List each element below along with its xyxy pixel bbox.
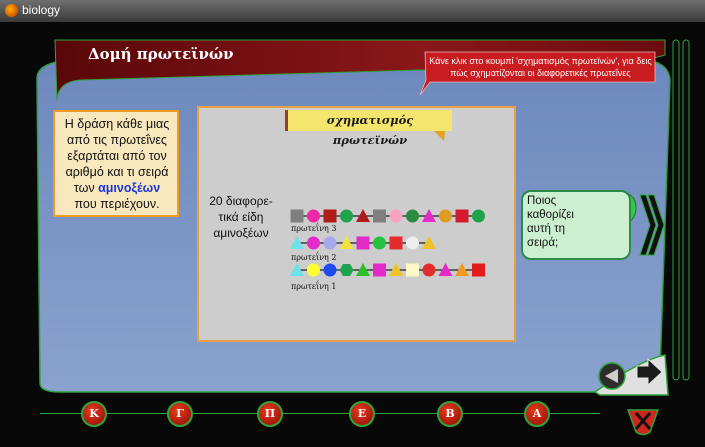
- question-text: Ποιος καθορίζει αυτή τη σειρά;: [527, 195, 574, 249]
- amino-acid-circle: [422, 263, 436, 277]
- nav-rail: [40, 413, 600, 414]
- amino-acid-circle: [340, 209, 353, 223]
- nav-button-k[interactable]: Κ: [81, 401, 107, 427]
- nav-button-p[interactable]: Π: [257, 401, 283, 427]
- amino-acid-circle: [323, 263, 337, 277]
- amino-acid-circle: [307, 236, 320, 250]
- amino-acid-square: [389, 236, 403, 250]
- amino-acid-circle: [472, 209, 485, 223]
- amino-acid-square: [290, 209, 304, 223]
- amino-acid-hexagon: [339, 263, 354, 277]
- amino-acid-circle: [406, 236, 419, 250]
- protein-label-1: πρωτεΐνη 1: [291, 282, 337, 291]
- amino-acid-square: [373, 263, 386, 277]
- amino-acid-square: [356, 236, 370, 250]
- nav-button-v[interactable]: Β: [437, 401, 463, 427]
- amino-acid-circle: [307, 263, 320, 277]
- amino-acid-circle: [406, 209, 419, 223]
- protein-label-2: πρωτεΐνη 2: [291, 253, 337, 262]
- nav-button-e[interactable]: Ε: [349, 401, 375, 427]
- amino-acid-circle: [373, 236, 386, 250]
- amino-acid-circle: [307, 209, 320, 223]
- nav-button-a[interactable]: Α: [524, 401, 550, 427]
- amino-acid-circle: [323, 236, 337, 250]
- amino-acid-square: [406, 263, 419, 277]
- amino-acid-circle: [389, 209, 403, 223]
- amino-acid-square: [455, 209, 469, 223]
- nav-button-g[interactable]: Γ: [167, 401, 193, 427]
- amino-acid-circle: [439, 209, 452, 223]
- amino-acid-square: [323, 209, 337, 223]
- protein-label-3: πρωτεΐνη 3: [291, 224, 337, 233]
- amino-acid-square: [472, 263, 485, 277]
- amino-acid-square: [373, 209, 386, 223]
